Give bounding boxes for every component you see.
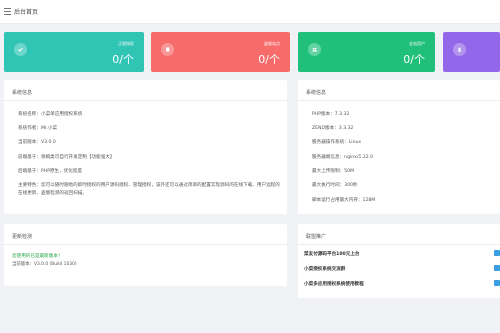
info-row: 系统名称：小菜单应用授权系统 (18, 112, 83, 117)
stat-card-partial[interactable] (443, 32, 500, 72)
info-row: 服务器端信息：nginx/1.22.0 (312, 155, 374, 160)
stat-value: 0/个 (403, 53, 425, 66)
user-icon (453, 43, 466, 56)
promo-link[interactable]: 小菜授权系统交流群 (304, 266, 345, 272)
menu-toggle-icon[interactable] (4, 8, 11, 15)
stat-card-pirated[interactable]: 盗版站点 0/个 (151, 32, 290, 72)
users-icon (308, 43, 321, 56)
promo-tag (494, 265, 500, 271)
stat-card-licensed[interactable]: 正版授权 0/个 (4, 32, 144, 72)
info-row: 服务器操作系统：Linux (312, 140, 362, 145)
info-row: ZEND版本：3.3.32 (312, 126, 354, 131)
panel-title: 联盟推广 (306, 234, 327, 240)
server-info-panel: 系统信息 PHP版本：7.3.32 ZEND版本：3.3.32 服务器操作系统：… (298, 80, 500, 214)
stat-value: 0/个 (112, 53, 134, 66)
info-row: 后端基于：PHP原生，优化程度 (18, 169, 83, 174)
update-status: 您使用的已是最新版本！ (12, 254, 63, 259)
divider (4, 100, 287, 101)
info-row: 最大执行时间：300秒 (312, 183, 358, 188)
info-row: 系统作者：Mr.小菜 (18, 126, 58, 131)
info-row: 当前版本：V3.0.0 (18, 140, 56, 145)
promo-link[interactable]: 菜友付源码平台100元上台 (304, 251, 360, 257)
info-row: 脚本运行占用最大内存：128M (312, 198, 376, 203)
stat-value: 0/个 (258, 53, 280, 66)
info-row: 最大上传限制：50M (312, 169, 354, 174)
stat-card-users[interactable]: 全站用户 0/个 (298, 32, 435, 72)
check-icon (14, 43, 27, 56)
update-check-panel: 更新检测 您使用的已是最新版本！ 当前版本：V3.0.0 (Build 1030… (4, 224, 287, 286)
info-row: 前端基于：保姆类可自行开发定制【功能强大】 (18, 155, 115, 160)
stat-label: 正版授权 (118, 41, 134, 46)
top-bar: 后台首页 (0, 0, 500, 24)
divider (4, 244, 287, 245)
stat-label: 全站用户 (409, 41, 425, 46)
panel-title: 系统信息 (306, 90, 327, 96)
divider (298, 244, 500, 245)
promo-tag (494, 250, 500, 256)
info-row: PHP版本：7.3.32 (312, 112, 350, 117)
divider (298, 100, 500, 101)
stat-label: 盗版站点 (264, 41, 280, 46)
promotion-panel: 联盟推广 菜友付源码平台100元上台 小菜授权系统交流群 小菜多应用授权系统使用… (298, 224, 500, 298)
panel-title: 系统信息 (12, 90, 33, 96)
info-row: 主要特色：您可以随时随地的即时授权的用户源码授权、管理授权，该外还可以通过简单的… (18, 183, 280, 196)
page-title: 后台首页 (14, 9, 39, 16)
system-info-panel: 系统信息 系统名称：小菜单应用授权系统 系统作者：Mr.小菜 当前版本：V3.0… (4, 80, 287, 214)
document-icon (161, 43, 174, 56)
promo-tag (494, 280, 500, 286)
promo-link[interactable]: 小菜多应用授权系统使用教程 (304, 281, 364, 287)
panel-title: 更新检测 (12, 234, 33, 240)
current-version: 当前版本：V3.0.0 (Build 1030) (12, 262, 77, 267)
